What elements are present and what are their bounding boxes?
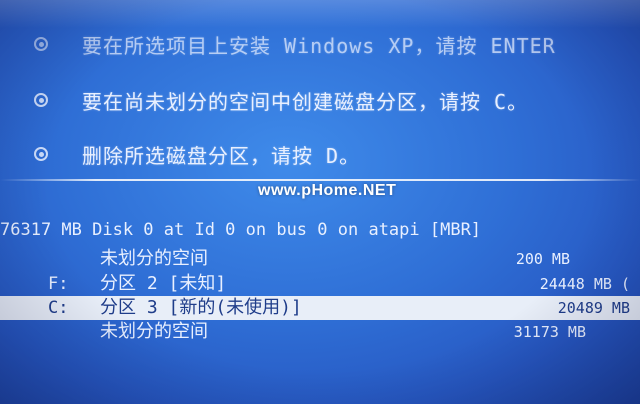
divider [0,179,640,181]
partition-row-c-selected[interactable]: C: 分区 3 [新的(未使用)] 20489 MB [0,296,640,320]
partition-size: 24448 MB ( [539,275,630,293]
partition-row-unpartitioned-1[interactable]: 未划分的空间 200 MB [0,247,640,271]
partition-letter: C: [48,298,69,318]
create-partition-option-text: 要在尚未划分的空间中创建磁盘分区，请按 C。 [82,89,529,114]
install-option: 要在所选项目上安装 Windows XP，请按 ENTER [34,30,556,58]
partition-letter: F: [48,274,69,294]
partition-row-f[interactable]: F: 分区 2 [未知] 24448 MB ( [0,272,640,296]
disk-header: 76317 MB Disk 0 at Id 0 on bus 0 on atap… [0,220,482,240]
delete-partition-option: 删除所选磁盘分区，请按 D。 [34,140,360,168]
setup-screen: 要在所选项目上安装 Windows XP，请按 ENTER 要在尚未划分的空间中… [0,0,640,404]
bullet-icon [34,147,48,161]
partition-size: 20489 MB [557,299,630,317]
delete-partition-option-text: 删除所选磁盘分区，请按 D。 [82,143,361,168]
partition-size: 31173 MB [513,323,586,341]
partition-name: 未划分的空间 [100,248,208,269]
partition-row-unpartitioned-2[interactable]: 未划分的空间 31173 MB [0,320,640,344]
partition-name: 分区 2 [未知] [100,273,227,294]
bullet-icon [34,93,48,107]
install-option-text: 要在所选项目上安装 Windows XP，请按 ENTER [82,33,556,58]
partition-name: 未划分的空间 [100,321,208,342]
watermark: www.pHome.NET [258,182,397,199]
top-fade [0,0,640,28]
create-partition-option: 要在尚未划分的空间中创建磁盘分区，请按 C。 [34,86,528,114]
bullet-icon [34,37,48,51]
partition-size: 200 MB [515,250,570,268]
partition-name: 分区 3 [新的(未使用)] [100,297,302,318]
